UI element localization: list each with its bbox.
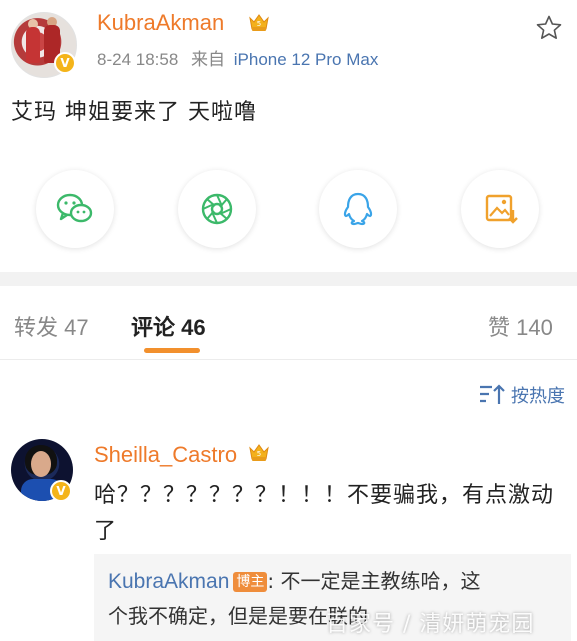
post-text: 艾玛 坤姐要来了 天啦噜 <box>11 100 257 125</box>
qq-icon <box>343 192 373 226</box>
post-header: V KubraAkman 5 8-24 18:58 来自 iPhone 12 P… <box>0 0 577 90</box>
watermark: 百家号 / 清妍萌宠园 <box>326 612 535 637</box>
share-moments-button[interactable] <box>178 170 256 248</box>
svg-text:5: 5 <box>257 450 261 458</box>
sort-icon <box>480 384 505 404</box>
post-meta: 8-24 18:58 来自 iPhone 12 Pro Max <box>97 45 378 70</box>
share-row <box>0 170 577 254</box>
share-qq-button[interactable] <box>319 170 397 248</box>
tab-likes[interactable]: 赞 140 <box>488 310 553 342</box>
active-tab-indicator <box>144 348 200 353</box>
sort-row: 按热度 <box>0 372 577 420</box>
verified-badge-icon: V <box>50 480 72 502</box>
sort-label: 按热度 <box>511 386 565 406</box>
interaction-tabs: 转发 47 评论 46 赞 140 <box>0 290 577 360</box>
tab-comments[interactable]: 评论 46 <box>131 310 206 342</box>
comment-text: 哈？？？？？？？！！！不要骗我，有点激动了 <box>94 483 555 544</box>
author-username[interactable]: KubraAkman <box>97 10 224 36</box>
reply-username[interactable]: KubraAkman <box>108 570 229 593</box>
commenter-username[interactable]: Sheilla_Castro <box>94 442 237 468</box>
section-divider <box>0 272 577 286</box>
op-badge: 博主 <box>233 572 268 592</box>
reply-text-line1: : 不一定是主教练哈，这 <box>267 569 481 593</box>
svg-text:5: 5 <box>257 20 261 28</box>
favorite-star-icon[interactable] <box>535 14 563 42</box>
post-time: 8-24 18:58 <box>97 50 179 69</box>
post-device[interactable]: iPhone 12 Pro Max <box>234 50 379 69</box>
wechat-icon <box>56 193 93 223</box>
tab-repost[interactable]: 转发 47 <box>14 310 89 342</box>
post-source-prefix: 来自 <box>191 50 226 69</box>
vip-crown-icon: 5 <box>249 444 269 461</box>
share-wechat-button[interactable] <box>36 170 114 248</box>
save-image-button[interactable] <box>461 170 539 248</box>
moments-icon <box>201 193 233 225</box>
sort-button[interactable]: 按热度 <box>477 382 565 408</box>
save-image-icon <box>485 194 518 224</box>
verified-badge-icon: V <box>54 52 76 74</box>
vip-crown-icon: 5 <box>249 14 269 31</box>
